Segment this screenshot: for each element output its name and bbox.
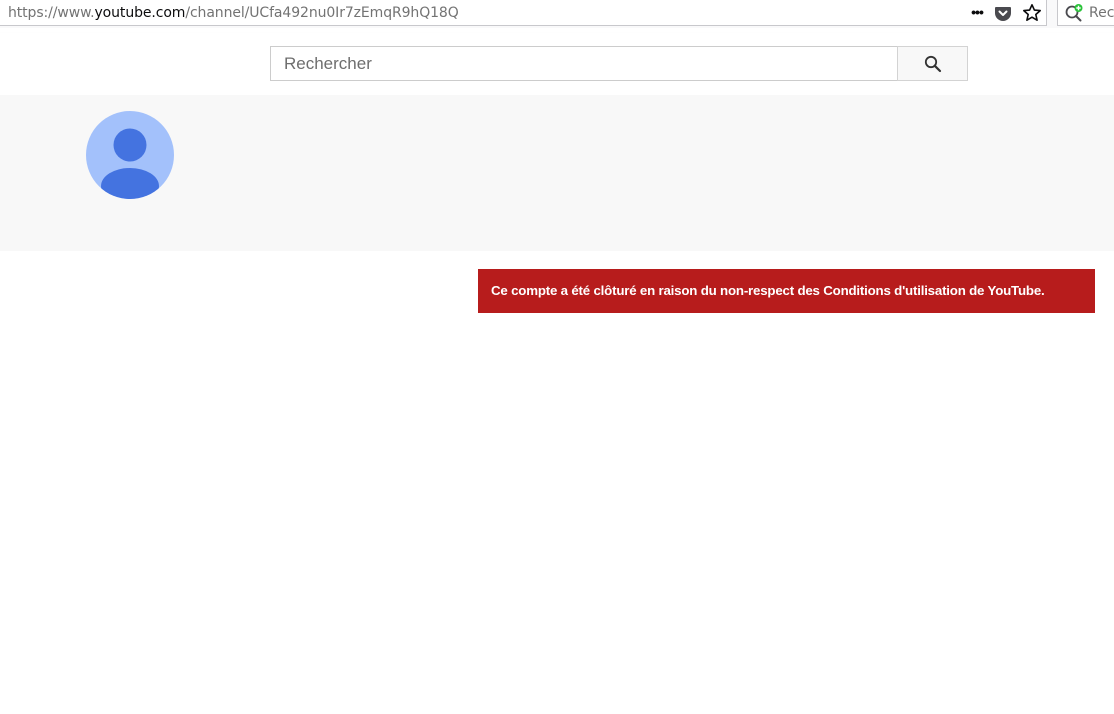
browser-toolbar: https://www.youtube.com/channel/UCfa492n… xyxy=(0,0,1114,28)
avatar[interactable] xyxy=(86,111,174,199)
search-icon xyxy=(924,55,942,73)
browser-search-text: Rech xyxy=(1089,5,1114,21)
account-terminated-alert: Ce compte a été clôturé en raison du non… xyxy=(478,269,1095,313)
url-prefix: https://www. xyxy=(8,5,95,21)
search-button[interactable] xyxy=(897,46,968,81)
url-host: youtube.com xyxy=(94,5,186,21)
bookmark-star-icon[interactable] xyxy=(1022,3,1042,23)
default-avatar-icon xyxy=(101,128,159,199)
channel-header xyxy=(0,95,1114,251)
alert-message: Ce compte a été clôturé en raison du non… xyxy=(491,283,1045,298)
address-bar[interactable]: https://www.youtube.com/channel/UCfa492n… xyxy=(0,0,1047,26)
pocket-icon[interactable] xyxy=(994,4,1012,22)
search-input[interactable] xyxy=(270,46,898,81)
masthead xyxy=(0,33,1114,95)
url-text[interactable]: https://www.youtube.com/channel/UCfa492n… xyxy=(8,5,459,21)
search-engine-icon xyxy=(1065,4,1083,22)
url-path: /channel/UCfa492nu0Ir7zEmqR9hQ18Q xyxy=(185,5,459,21)
page-actions-icon[interactable]: ••• xyxy=(967,2,987,22)
browser-search-box[interactable]: Rech xyxy=(1057,0,1114,26)
